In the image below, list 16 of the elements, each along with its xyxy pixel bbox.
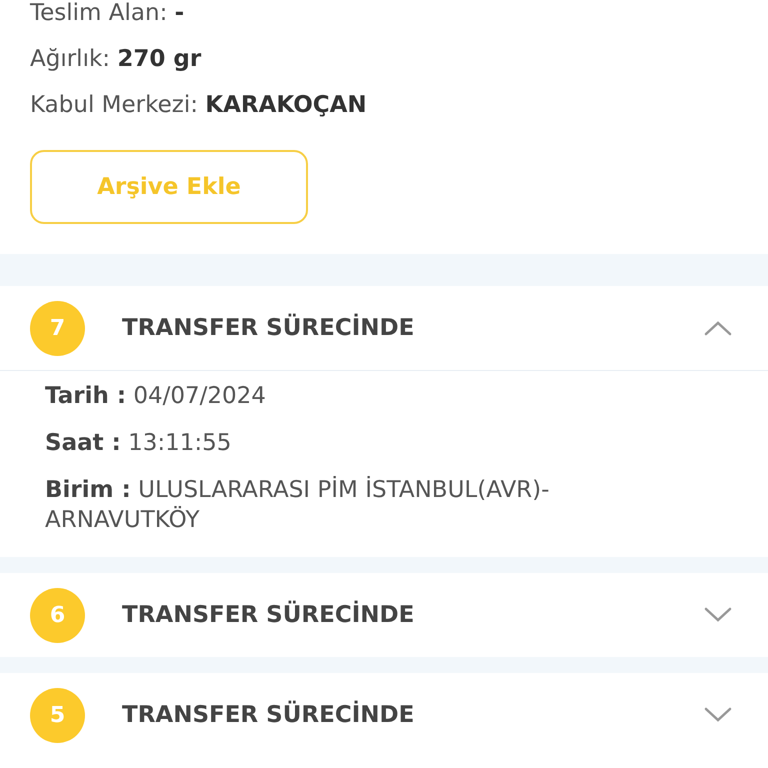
archive-button[interactable]: Arşive Ekle bbox=[30, 150, 308, 224]
detail-line: Birim : ULUSLARARASI PİM İSTANBUL(AVR)-ARNAVUTKÖY bbox=[45, 475, 550, 535]
info-line: Ağırlık: 270 gr bbox=[30, 45, 202, 74]
chevron-up-icon[interactable] bbox=[704, 320, 732, 336]
info-line: Teslim Alan: - bbox=[30, 0, 186, 28]
step-title: TRANSFER SÜRECİNDE bbox=[122, 602, 416, 628]
step-title: TRANSFER SÜRECİNDE bbox=[122, 702, 416, 728]
chevron-down-icon[interactable] bbox=[704, 707, 732, 723]
detail-line: Tarih : 04/07/2024 bbox=[45, 382, 267, 411]
step-number-badge: 6 bbox=[30, 588, 85, 642]
step-number-badge: 5 bbox=[30, 688, 85, 742]
detail-line: Saat : 13:11:55 bbox=[45, 429, 232, 458]
chevron-down-icon[interactable] bbox=[704, 607, 732, 623]
info-line: Kabul Merkezi: KARAKOÇAN bbox=[30, 91, 368, 120]
step-title: TRANSFER SÜRECİNDE bbox=[122, 315, 416, 341]
step-number-badge: 7 bbox=[30, 300, 85, 356]
